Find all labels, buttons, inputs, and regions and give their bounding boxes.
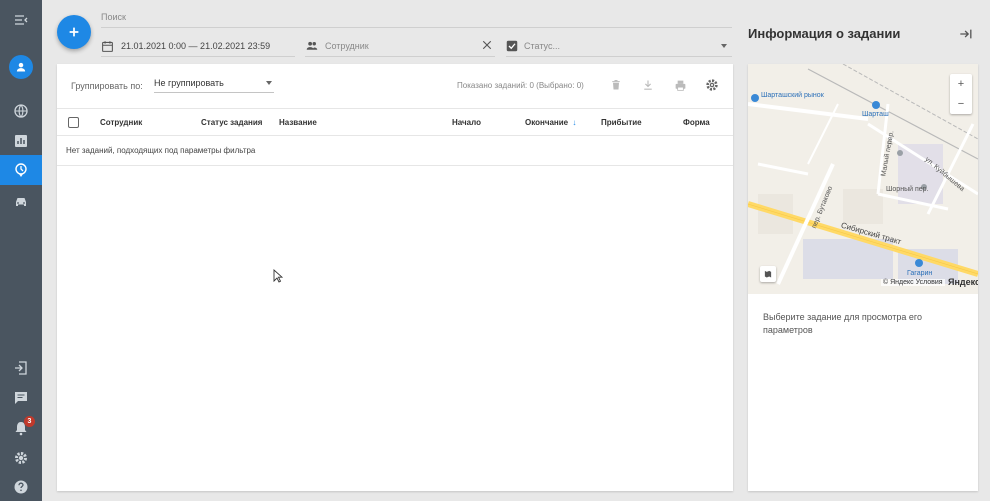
add-task-button[interactable] (57, 15, 91, 49)
tasks-panel: Группировать по: Не группировать Показан… (57, 64, 733, 491)
group-by-label: Группировать по: (71, 81, 143, 91)
map-layers-button[interactable] (760, 266, 776, 282)
map-label-station: Шарташ (862, 111, 889, 118)
date-range-field[interactable]: 21.01.2021 0:00 — 21.02.2021 23:59 (101, 38, 270, 54)
search-label: Поиск (101, 12, 126, 22)
column-arrival[interactable]: Прибытие (601, 118, 642, 127)
select-all-checkbox[interactable] (68, 117, 79, 128)
delete-icon[interactable] (608, 77, 624, 93)
print-icon[interactable] (672, 77, 688, 93)
logout-icon[interactable] (0, 353, 42, 383)
info-card: Шарташский рынок Шарташ Сибирский тракт … (748, 64, 978, 491)
column-end-label: Окончание (525, 118, 569, 127)
column-start[interactable]: Начало (452, 118, 481, 127)
column-form[interactable]: Форма (683, 118, 710, 127)
people-icon (306, 41, 318, 50)
zoom-in-button[interactable]: + (950, 74, 972, 94)
column-end[interactable]: Окончание ↓ (525, 118, 576, 127)
chevron-down-icon (721, 44, 727, 48)
group-by-select[interactable]: Не группировать (154, 78, 274, 93)
group-by-value: Не группировать (154, 78, 224, 88)
chat-icon[interactable] (0, 383, 42, 413)
status-select[interactable]: Статус... (506, 38, 732, 54)
settings-icon[interactable] (704, 77, 720, 93)
collapse-menu-icon[interactable] (0, 5, 42, 35)
gear-icon[interactable] (0, 443, 42, 473)
zoom-out-button[interactable]: − (950, 94, 972, 114)
column-name[interactable]: Название (279, 118, 317, 127)
status-placeholder: Статус... (524, 41, 560, 51)
info-panel-title: Информация о задании (748, 26, 901, 41)
map-copyright[interactable]: © Яндекс Условия (881, 279, 945, 286)
collapse-panel-icon[interactable] (958, 26, 974, 42)
empty-message: Нет заданий, подходящих под параметры фи… (66, 146, 256, 155)
search-input[interactable] (101, 27, 732, 28)
map-brand-logo: Яндекс (948, 277, 978, 287)
shown-count: Показано заданий: 0 (Выбрано: 0) (457, 81, 584, 90)
calendar-icon (102, 40, 113, 52)
table-header: Сотрудник Статус задания Название Начало… (57, 108, 733, 136)
empty-row: Нет заданий, подходящих под параметры фи… (57, 136, 733, 166)
mouse-cursor-icon (273, 269, 283, 283)
tasks-location-icon[interactable] (0, 155, 42, 185)
clear-employee-icon[interactable] (481, 39, 493, 53)
sort-arrow-icon: ↓ (572, 118, 577, 127)
globe-icon[interactable] (0, 96, 42, 126)
bell-icon[interactable] (0, 413, 42, 443)
tasks-toolbar: Группировать по: Не группировать Показан… (57, 64, 733, 106)
map-label-market: Шарташский рынок (761, 92, 824, 99)
chevron-down-icon (266, 81, 272, 85)
map-label-gagarin: Гагарин (907, 270, 933, 277)
notification-badge: 3 (24, 416, 35, 427)
column-status[interactable]: Статус задания (201, 118, 262, 127)
column-employee[interactable]: Сотрудник (100, 118, 142, 127)
user-avatar[interactable] (9, 55, 33, 79)
car-icon[interactable] (0, 186, 42, 216)
map-label-short-lane: Шорный пер. (886, 186, 929, 193)
employee-placeholder: Сотрудник (325, 41, 369, 51)
map-view[interactable]: Шарташский рынок Шарташ Сибирский тракт … (748, 64, 978, 294)
checkbox-checked-icon (506, 40, 518, 52)
map-zoom-control: + − (950, 74, 972, 114)
date-range-value: 21.01.2021 0:00 — 21.02.2021 23:59 (121, 41, 271, 51)
help-icon[interactable] (0, 472, 42, 501)
side-rail: 3 (0, 0, 42, 501)
info-hint: Выберите задание для просмотра его парам… (763, 312, 922, 335)
employee-field[interactable]: Сотрудник (305, 38, 493, 54)
download-icon[interactable] (640, 77, 656, 93)
chart-icon[interactable] (0, 126, 42, 156)
